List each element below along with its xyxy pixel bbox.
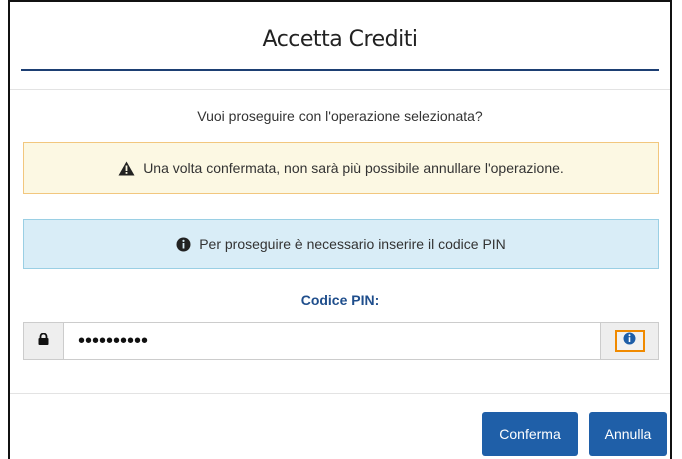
warning-alert: Una volta confermata, non sarà più possi… xyxy=(23,142,659,194)
header-divider xyxy=(10,89,670,90)
footer-divider xyxy=(10,393,670,394)
warning-text: Una volta confermata, non sarà più possi… xyxy=(143,160,564,176)
lock-icon xyxy=(38,332,49,350)
info-circle-icon xyxy=(623,332,636,350)
pin-label: Codice PIN: xyxy=(300,292,380,308)
dialog-title: Accetta Crediti xyxy=(262,26,418,52)
pin-info-addon xyxy=(601,322,659,360)
info-circle-icon xyxy=(176,237,191,252)
title-underline xyxy=(21,69,659,71)
pin-info-button[interactable] xyxy=(614,330,645,352)
cancel-button[interactable]: Annulla xyxy=(589,412,667,456)
dialog: Accetta Crediti Vuoi proseguire con l'op… xyxy=(8,0,672,459)
confirmation-question: Vuoi proseguire con l'operazione selezio… xyxy=(197,108,483,124)
pin-input-group: •••••••••• xyxy=(23,322,659,360)
pin-input[interactable]: •••••••••• xyxy=(63,322,601,360)
dialog-header: Accetta Crediti xyxy=(10,2,670,70)
lock-addon xyxy=(23,322,63,360)
info-alert: Per proseguire è necessario inserire il … xyxy=(23,219,659,269)
warning-triangle-icon xyxy=(118,161,135,176)
info-text: Per proseguire è necessario inserire il … xyxy=(199,236,506,252)
confirm-button[interactable]: Conferma xyxy=(482,412,578,456)
